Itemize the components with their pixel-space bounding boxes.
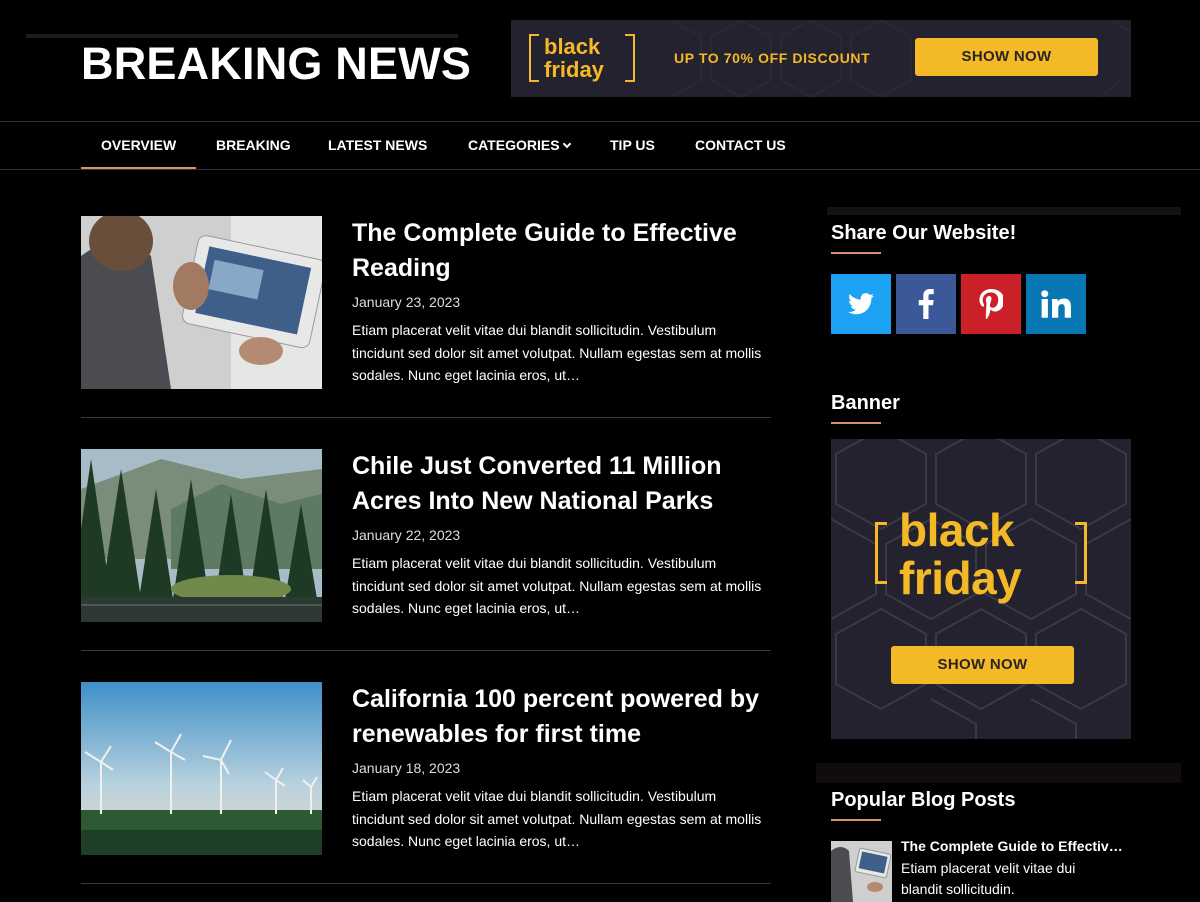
logo-word-friday: friday [544,57,604,82]
linkedin-icon [1041,290,1071,318]
post-excerpt: Etiam placerat velit vitae dui blandit s… [352,788,762,849]
nav-label: LATEST NEWS [328,137,428,153]
post-card: The Complete Guide to Effective Reading … [81,216,771,418]
facebook-icon [918,289,934,319]
post-thumbnail[interactable] [81,216,322,389]
logo-word-black: black [899,504,1015,556]
show-now-button[interactable]: SHOW NOW [915,38,1098,76]
sidebar-top-bar [827,207,1181,215]
post-thumbnail[interactable] [81,449,322,622]
twitter-share-button[interactable] [831,274,891,334]
main-nav: OVERVIEW BREAKING LATEST NEWS CATEGORIES… [0,121,1200,170]
nav-label: TIP US [610,137,655,153]
post-title[interactable]: The Complete Guide to Effective Reading [352,216,772,286]
nav-label: BREAKING [216,137,291,153]
popular-post-excerpt: Etiam placerat velit vitae dui blandit s… [901,860,1076,897]
pinterest-icon [979,289,1003,319]
show-now-button[interactable]: SHOW NOW [891,646,1074,684]
tablet-photo-small [831,841,892,902]
post-excerpt: Etiam placerat velit vitae dui blandit s… [352,555,762,616]
tablet-photo [81,216,322,389]
post-title[interactable]: Chile Just Converted 11 Million Acres In… [352,449,772,519]
banner-widget-title: Banner [831,392,900,414]
pinterest-share-button[interactable] [961,274,1021,334]
popular-widget-bar [816,763,1181,783]
divider [81,883,771,884]
logo-word-friday: friday [899,552,1022,604]
share-widget-title: Share Our Website! [831,222,1017,244]
nav-item-latest-news[interactable]: LATEST NEWS [328,122,427,169]
post-date: January 23, 2023 [352,294,461,310]
nav-item-categories[interactable]: CATEGORIES [468,122,571,169]
nav-label: CATEGORIES [468,137,560,153]
nav-item-tip-us[interactable]: TIP US [610,122,655,169]
post-card: California 100 percent powered by renewa… [81,682,771,884]
title-underline [831,819,881,821]
bracket-right [1075,522,1087,584]
discount-text: UP TO 70% OFF DISCOUNT [674,50,871,66]
wind-turbines-photo [81,682,322,855]
nav-item-breaking[interactable]: BREAKING [216,122,291,169]
site-header: BREAKING NEWS black friday UP TO 70% OFF… [0,0,1200,122]
popular-post-thumbnail[interactable] [831,841,892,902]
header-ad-banner[interactable]: black friday UP TO 70% OFF DISCOUNT SHOW… [511,20,1131,97]
bracket-left [875,522,887,584]
facebook-share-button[interactable] [896,274,956,334]
post-card: Chile Just Converted 11 Million Acres In… [81,449,771,651]
logo-word-black: black [544,34,601,59]
title-underline [831,252,881,254]
bracket-right [625,34,635,82]
nav-label: OVERVIEW [101,137,177,153]
divider [81,650,771,651]
twitter-icon [848,293,874,315]
nav-item-overview[interactable]: OVERVIEW [80,122,197,169]
linkedin-share-button[interactable] [1026,274,1086,334]
post-thumbnail[interactable] [81,682,322,855]
black-friday-logo-small: black friday [529,32,635,86]
chevron-down-icon [562,139,571,149]
nav-label: CONTACT US [695,137,786,153]
post-title[interactable]: California 100 percent powered by renewa… [352,682,772,752]
site-title[interactable]: BREAKING NEWS [81,38,471,90]
sidebar-ad-banner[interactable]: black friday SHOW NOW [831,439,1131,739]
forest-photo [81,449,322,622]
post-date: January 18, 2023 [352,760,461,776]
bracket-left [529,34,539,82]
nav-item-contact-us[interactable]: CONTACT US [695,122,786,169]
popular-widget-title: Popular Blog Posts [831,789,1016,811]
divider [81,417,771,418]
popular-post-title[interactable]: The Complete Guide to Effectiv… [901,838,1141,854]
title-underline [831,422,881,424]
post-date: January 22, 2023 [352,527,461,543]
black-friday-logo-large: black friday [875,507,1087,611]
post-excerpt: Etiam placerat velit vitae dui blandit s… [352,322,762,383]
